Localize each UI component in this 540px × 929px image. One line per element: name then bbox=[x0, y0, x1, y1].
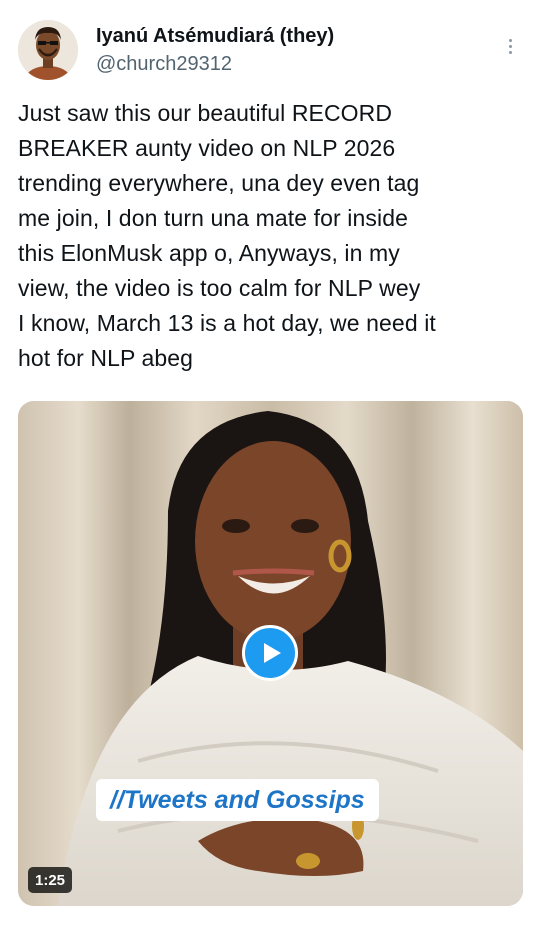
video-caption-banner: //Tweets and Gossips bbox=[96, 779, 379, 821]
author-avatar[interactable] bbox=[18, 20, 78, 80]
video-duration-badge: 1:25 bbox=[28, 867, 73, 893]
video-media[interactable]: //Tweets and Gossips 1:25 bbox=[18, 401, 523, 906]
tweet-card: Iyanú Atsémudiará (they) @church29312 Ju… bbox=[0, 0, 540, 929]
author-name[interactable]: Iyanú Atsémudiará (they) bbox=[96, 24, 334, 48]
user-avatar-illustration-icon bbox=[18, 20, 78, 80]
play-icon bbox=[264, 643, 281, 663]
play-button[interactable] bbox=[242, 625, 298, 681]
more-options-vertical-icon[interactable] bbox=[496, 32, 524, 60]
tweet-text: Just saw this our beautiful RECORD BREAK… bbox=[18, 100, 436, 371]
author-handle[interactable]: @church29312 bbox=[96, 52, 232, 76]
